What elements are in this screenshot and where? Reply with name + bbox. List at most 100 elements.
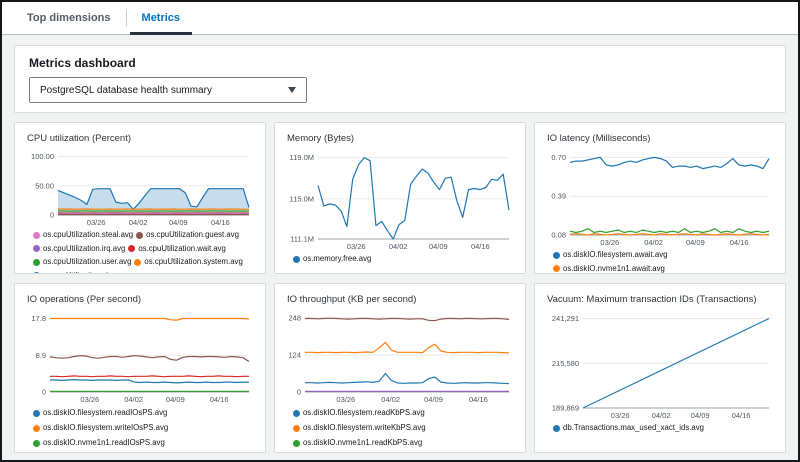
svg-text:03/26: 03/26	[80, 395, 99, 404]
legend-item[interactable]: os.cpuUtilization.system.avg	[134, 256, 242, 269]
svg-text:03/26: 03/26	[347, 242, 366, 251]
svg-text:0: 0	[42, 388, 46, 397]
svg-text:04/02: 04/02	[129, 218, 148, 227]
svg-text:100.00: 100.00	[31, 152, 54, 161]
legend-label: os.cpuUtilization.steal.avg	[43, 229, 133, 242]
legend-label: os.diskIO.nvme1n1.writeKbPS.avg	[303, 451, 423, 452]
legend-container: os.memory.free.avg	[293, 253, 505, 273]
series-color-dot	[33, 272, 40, 273]
svg-text:04/16: 04/16	[471, 242, 490, 251]
vacuum-transaction-ids-chart: 241,291215,580189,86903/2604/0204/0904/1…	[543, 308, 777, 420]
series-color-dot	[33, 410, 40, 417]
legend-item[interactable]: os.diskIO.nvme1n1.writeKbPS.avg	[293, 451, 423, 452]
legend-label: os.memory.free.avg	[303, 253, 371, 266]
tab-label: Top dimensions	[27, 12, 111, 24]
legend-label: os.cpuUtilization.nice.avg	[43, 270, 131, 274]
legend-item[interactable]: os.diskIO.filesystem.writeKbPS.avg	[293, 421, 426, 435]
series-color-dot	[33, 232, 40, 239]
svg-text:04/02: 04/02	[381, 395, 400, 404]
chart-legend: os.diskIO.filesystem.readKbPS.avgos.disk…	[293, 406, 505, 452]
svg-text:04/02: 04/02	[652, 411, 671, 420]
chart-title: Memory (Bytes)	[287, 133, 517, 144]
series-color-dot	[136, 232, 143, 239]
legend-item[interactable]: os.diskIO.filesystem.writeIOsPS.avg	[33, 421, 168, 435]
svg-text:119.0M: 119.0M	[290, 153, 314, 162]
chart-legend: os.memory.free.avg	[293, 253, 505, 266]
svg-text:04/09: 04/09	[166, 395, 185, 404]
dashboard-selector-value: PostgreSQL database health summary	[40, 85, 212, 96]
legend-item[interactable]: os.cpuUtilization.user.avg	[33, 256, 131, 269]
legend-container: os.diskIO.filesystem.readKbPS.avgos.disk…	[293, 406, 505, 452]
svg-text:0.08: 0.08	[551, 231, 566, 240]
legend-item[interactable]: os.diskIO.nvme1n1.await.avg	[553, 263, 665, 274]
legend-label: os.cpuUtilization.irq.avg	[43, 243, 125, 256]
svg-text:03/26: 03/26	[611, 411, 630, 420]
tab-metrics[interactable]: Metrics	[127, 2, 196, 34]
chart-legend: os.diskIO.filesystem.readIOsPS.avgos.dis…	[33, 406, 245, 452]
legend-container: os.diskIO.filesystem.readIOsPS.avgos.dis…	[33, 406, 245, 452]
svg-text:124: 124	[288, 350, 301, 359]
io-operations-chart: 17.88.9003/2604/0204/0904/16	[23, 308, 257, 404]
legend-item[interactable]: os.cpuUtilization.irq.avg	[33, 243, 125, 256]
legend-label: os.cpuUtilization.wait.avg	[138, 243, 226, 256]
svg-text:04/09: 04/09	[424, 395, 443, 404]
charts-grid: CPU utilization (Percent) 100.0050.00003…	[14, 122, 786, 453]
legend-label: os.diskIO.filesystem.readKbPS.avg	[303, 406, 425, 420]
legend-label: os.diskIO.nvme1n1.writeIOsPS.avg	[43, 451, 166, 452]
legend-item[interactable]: os.diskIO.nvme1n1.writeIOsPS.avg	[33, 451, 166, 452]
series-color-dot	[553, 265, 560, 272]
legend-label: os.diskIO.filesystem.readIOsPS.avg	[43, 406, 167, 420]
svg-text:04/02: 04/02	[389, 242, 408, 251]
chart-legend: os.cpuUtilization.steal.avgos.cpuUtiliza…	[33, 229, 245, 273]
legend-item[interactable]: os.diskIO.filesystem.await.avg	[553, 249, 667, 262]
legend-item[interactable]: os.cpuUtilization.wait.avg	[128, 243, 226, 256]
legend-item[interactable]: os.cpuUtilization.nice.avg	[33, 270, 131, 274]
svg-text:03/26: 03/26	[600, 238, 619, 247]
svg-text:0: 0	[50, 211, 54, 220]
series-color-dot	[33, 425, 40, 432]
legend-item[interactable]: os.memory.free.avg	[293, 253, 371, 266]
chart-card-io-operations: IO operations (Per second) 17.88.9003/26…	[14, 283, 266, 453]
chart-title: IO operations (Per second)	[27, 294, 257, 305]
legend-item[interactable]: os.diskIO.filesystem.readKbPS.avg	[293, 406, 425, 420]
legend-label: os.cpuUtilization.guest.avg	[146, 229, 239, 242]
svg-text:248: 248	[288, 313, 301, 322]
legend-item[interactable]: os.diskIO.nvme1n1.readKbPS.avg	[293, 436, 422, 450]
io-throughput-chart: 248124003/2604/0204/0904/16	[283, 308, 517, 404]
series-color-dot	[33, 440, 40, 447]
cpu-utilization-chart: 100.0050.00003/2604/0204/0904/16	[23, 147, 257, 227]
svg-text:0.39: 0.39	[551, 192, 566, 201]
legend-label: os.diskIO.nvme1n1.readKbPS.avg	[303, 436, 422, 450]
svg-text:111.1M: 111.1M	[290, 235, 314, 244]
svg-text:04/02: 04/02	[124, 395, 143, 404]
legend-container: os.cpuUtilization.steal.avgos.cpuUtiliza…	[33, 229, 245, 273]
legend-item[interactable]: os.cpuUtilization.steal.avg	[33, 229, 133, 242]
legend-container: db.Transactions.max_used_xact_ids.avg	[553, 422, 765, 452]
svg-text:215,580: 215,580	[552, 359, 579, 368]
svg-text:0: 0	[297, 388, 301, 397]
legend-item[interactable]: os.diskIO.filesystem.readIOsPS.avg	[33, 406, 167, 420]
series-color-dot	[553, 425, 560, 432]
legend-item[interactable]: os.diskIO.nvme1n1.readIOsPS.avg	[33, 436, 165, 450]
dashboard-selector-dropdown[interactable]: PostgreSQL database health summary	[29, 77, 307, 103]
series-color-dot	[33, 245, 40, 252]
chart-card-memory: Memory (Bytes) 119.0M115.0M111.1M03/2604…	[274, 122, 526, 274]
legend-label: os.diskIO.nvme1n1.await.avg	[563, 263, 665, 274]
svg-text:8.9: 8.9	[36, 351, 46, 360]
tab-bar: Top dimensions Metrics	[2, 2, 798, 35]
legend-label: os.diskIO.filesystem.await.avg	[563, 249, 667, 262]
legend-item[interactable]: db.Transactions.max_used_xact_ids.avg	[553, 422, 704, 435]
series-color-dot	[293, 440, 300, 447]
tab-label: Metrics	[142, 12, 181, 24]
memory-chart: 119.0M115.0M111.1M03/2604/0204/0904/16	[283, 147, 517, 251]
series-color-dot	[134, 259, 141, 266]
tab-top-dimensions[interactable]: Top dimensions	[12, 2, 126, 34]
svg-text:04/16: 04/16	[730, 238, 749, 247]
svg-text:04/09: 04/09	[429, 242, 448, 251]
svg-text:241,291: 241,291	[552, 314, 579, 323]
legend-item[interactable]: os.cpuUtilization.guest.avg	[136, 229, 239, 242]
series-color-dot	[128, 245, 135, 252]
series-color-dot	[33, 259, 40, 266]
legend-container: os.diskIO.filesystem.await.avgos.diskIO.…	[553, 249, 765, 273]
series-color-dot	[293, 410, 300, 417]
